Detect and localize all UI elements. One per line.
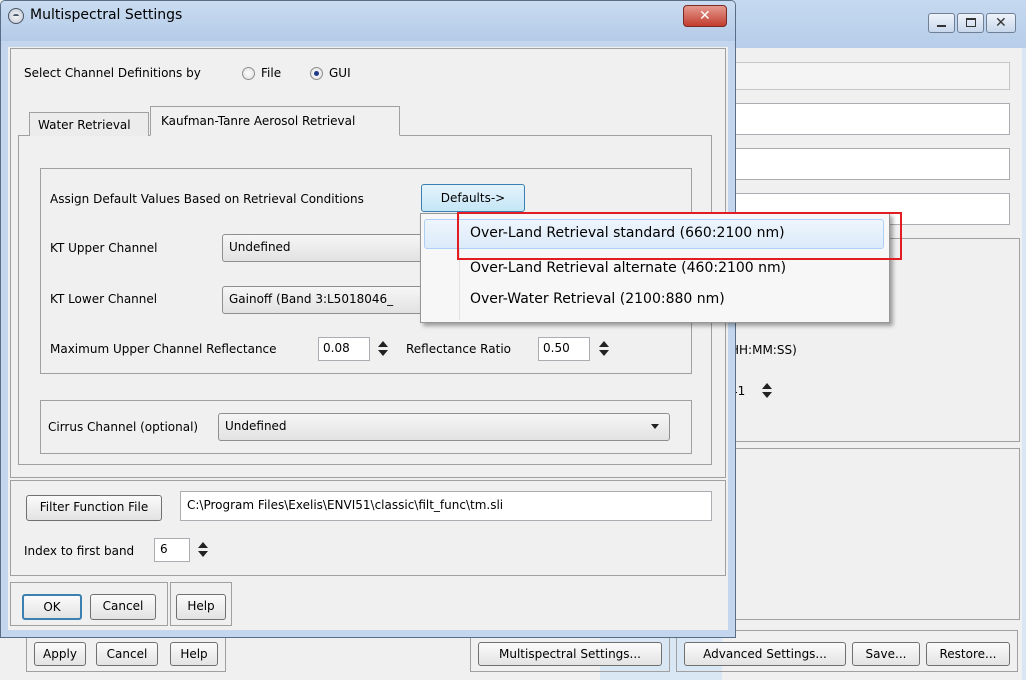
tab-kaufman-tanre-label: Kaufman-Tanre Aerosol Retrieval [161, 114, 356, 128]
tab-water-retrieval[interactable]: Water Retrieval [29, 112, 149, 136]
cirrus-channel-dropdown[interactable]: Undefined [218, 413, 670, 441]
main-close-button[interactable]: ✕ [986, 13, 1016, 33]
save-button[interactable]: Save... [852, 642, 920, 666]
maximize-button[interactable] [957, 13, 984, 33]
ok-button[interactable]: OK [22, 594, 82, 620]
index-first-band-value: 6 [160, 542, 168, 556]
reflectance-ratio-value: 0.50 [543, 341, 570, 355]
cirrus-label: Cirrus Channel (optional) [48, 420, 199, 434]
main-help-button[interactable]: Help [170, 642, 218, 666]
radio-gui-label[interactable]: GUI [329, 66, 351, 80]
tab-kaufman-tanre[interactable]: Kaufman-Tanre Aerosol Retrieval [150, 106, 400, 136]
radio-gui[interactable] [310, 67, 323, 80]
apply-button[interactable]: Apply [34, 642, 86, 666]
radio-file-label[interactable]: File [261, 66, 281, 80]
max-reflectance-field[interactable]: 0.08 [318, 337, 370, 361]
max-reflectance-label: Maximum Upper Channel Reflectance [50, 342, 277, 356]
select-channel-label: Select Channel Definitions by [24, 66, 201, 80]
menu-item-over-land-alternate-label: Over-Land Retrieval alternate (460:2100 … [470, 260, 787, 276]
minimize-button[interactable] [928, 13, 955, 33]
restore-button[interactable]: Restore... [926, 642, 1010, 666]
dialog-app-icon [8, 8, 24, 24]
main-field-2[interactable] [730, 103, 1010, 135]
assign-defaults-label: Assign Default Values Based on Retrieval… [50, 192, 364, 206]
kt-lower-value: Gainoff (Band 3:L5018046_ [229, 292, 394, 306]
filter-function-file-button[interactable]: Filter Function File [26, 495, 162, 521]
highlight-annotation-box [457, 212, 902, 260]
filter-path-field[interactable]: C:\Program Files\Exelis\ENVI51\classic\f… [180, 491, 712, 521]
advanced-settings-button[interactable]: Advanced Settings... [684, 642, 846, 666]
reflectance-ratio-label: Reflectance Ratio [406, 342, 511, 356]
main-cancel-button[interactable]: Cancel [96, 642, 158, 666]
main-lower-group [724, 448, 1020, 620]
spinner-arrows-icon [378, 341, 388, 356]
dialog-close-button[interactable]: ✕ [683, 5, 727, 27]
defaults-button-label: Defaults-> [440, 191, 506, 205]
kt-lower-channel-dropdown[interactable]: Gainoff (Band 3:L5018046_ [222, 286, 432, 314]
dialog-title: Multispectral Settings [30, 7, 183, 23]
max-reflectance-spinner[interactable] [376, 340, 390, 358]
maximize-icon [966, 18, 976, 27]
multispectral-settings-button[interactable]: Multispectral Settings... [478, 642, 662, 666]
kt-upper-label: KT Upper Channel [50, 241, 158, 255]
main-time-spinner[interactable] [760, 382, 774, 400]
reflectance-ratio-spinner[interactable] [597, 340, 611, 358]
close-icon: ✕ [995, 15, 1007, 31]
filter-path-value: C:\Program Files\Exelis\ENVI51\classic\f… [187, 498, 504, 512]
spinner-arrows-icon [198, 542, 208, 557]
max-reflectance-value: 0.08 [323, 341, 350, 355]
chevron-down-icon [651, 424, 659, 429]
main-time-label: HH:MM:SS) [730, 343, 797, 357]
index-first-band-field[interactable]: 6 [154, 538, 190, 562]
main-field-3[interactable] [730, 148, 1010, 180]
kt-upper-channel-dropdown[interactable]: Undefined [222, 234, 432, 262]
dialog-help-button[interactable]: Help [176, 594, 226, 620]
menu-item-over-water-label: Over-Water Retrieval (2100:880 nm) [470, 291, 725, 307]
spinner-arrows-icon [599, 341, 609, 356]
index-first-band-spinner[interactable] [196, 541, 210, 559]
tab-water-retrieval-label: Water Retrieval [38, 118, 131, 132]
cirrus-value: Undefined [225, 419, 287, 433]
kt-lower-label: KT Lower Channel [50, 292, 158, 306]
index-first-band-label: Index to first band [24, 544, 135, 558]
reflectance-ratio-field[interactable]: 0.50 [538, 337, 590, 361]
minimize-icon [937, 25, 946, 27]
spinner-arrows-icon [762, 383, 772, 398]
defaults-button[interactable]: Defaults-> [421, 184, 525, 212]
kt-upper-value: Undefined [229, 240, 291, 254]
close-icon: ✕ [699, 8, 711, 24]
main-field-1 [730, 62, 1010, 90]
dialog-cancel-button[interactable]: Cancel [90, 594, 156, 620]
radio-file[interactable] [242, 67, 255, 80]
